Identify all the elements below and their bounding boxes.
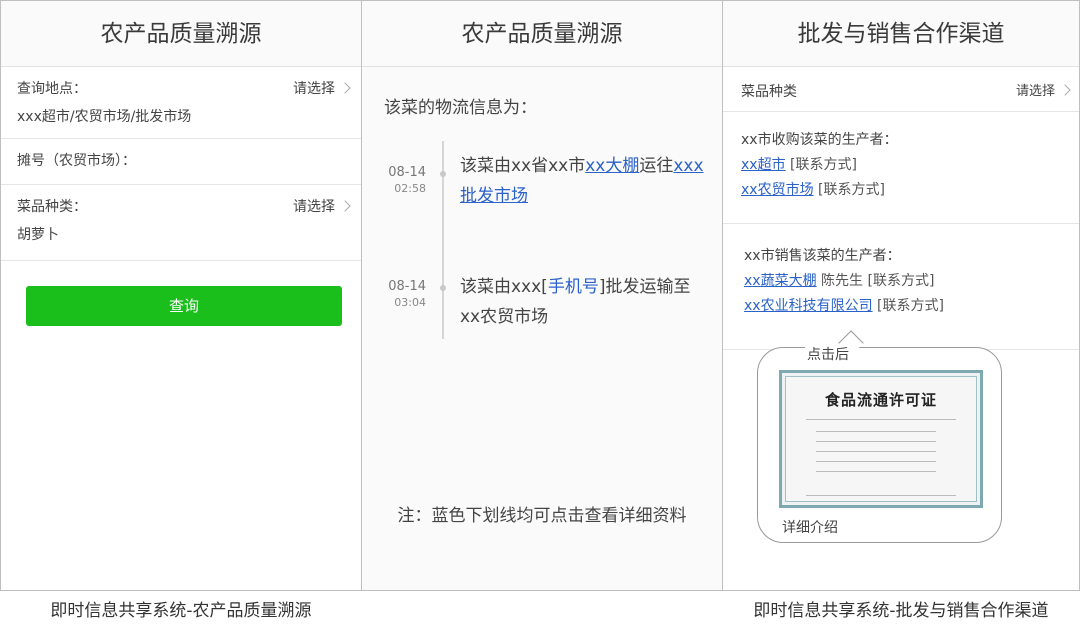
category-picker[interactable]: 请选择 xyxy=(1015,80,1071,99)
query-form: 查询地点： xxx超市/农贸市场/批发市场 请选择 摊号（农贸市场）： 菜品种类… xyxy=(1,67,361,261)
license-rule xyxy=(816,461,936,462)
location-value: xxx超市/农贸市场/批发市场 xyxy=(17,109,192,125)
buyer-link[interactable]: xx农贸市场 xyxy=(741,182,814,198)
wholesale-market-link[interactable]: xxx xyxy=(673,156,703,176)
event-date: 08-14 xyxy=(388,165,426,180)
wholesale-market-link[interactable]: 批发市场 xyxy=(460,186,528,206)
category-value: 胡萝卜 xyxy=(17,227,59,243)
chevron-right-icon xyxy=(339,200,351,212)
contact-info[interactable]: [联系方式] xyxy=(790,157,857,173)
note-text: 注：蓝色下划线均可点击查看详细资料 xyxy=(397,506,687,526)
trace-query-panel: 农产品质量溯源 查询地点： xxx超市/农贸市场/批发市场 请选择 摊号（农贸市… xyxy=(0,0,362,591)
license-rule xyxy=(816,451,936,452)
stall-label: 摊号（农贸市场）： xyxy=(17,153,136,169)
timeline-date: 08-14 02:58 xyxy=(376,165,426,197)
event-text: xx农贸市场 xyxy=(460,307,549,327)
sellers-heading: xx市销售该菜的生产者： xyxy=(744,248,901,264)
timeline-dot xyxy=(440,285,446,291)
event-text: ]批发运输至 xyxy=(598,277,691,297)
greenhouse-link[interactable]: xx大棚 xyxy=(585,156,639,176)
license-rule xyxy=(816,471,936,472)
license-rule xyxy=(816,431,936,432)
contact-info[interactable]: [联系方式] xyxy=(867,273,934,289)
location-picker[interactable]: 请选择 xyxy=(293,77,351,101)
page-title: 农产品质量溯源 xyxy=(1,1,361,67)
license-rule xyxy=(806,495,956,496)
buyers-list: xx市收购该菜的生产者： xx超市 [联系方式] xx农贸市场 [联系方式] xyxy=(741,128,898,203)
popup-caption: 点击后 xyxy=(805,344,851,364)
category-picker[interactable]: 请选择 xyxy=(293,195,351,219)
location-picker-label: 请选择 xyxy=(293,81,335,97)
chevron-right-icon xyxy=(339,82,351,94)
list-item: xx农业科技有限公司 [联系方式] xyxy=(744,294,944,319)
list-item: xx超市 [联系方式] xyxy=(741,153,898,178)
event-date: 08-14 xyxy=(388,279,426,294)
timeline-event: 该菜由xx省xx市xx大棚运往xxx 批发市场 xyxy=(460,151,710,211)
list-item: xx蔬菜大棚 陈先生 [联系方式] xyxy=(744,269,944,294)
event-text: 运往 xyxy=(639,156,674,176)
list-item: xx农贸市场 [联系方式] xyxy=(741,178,898,203)
phone-link[interactable]: 手机号 xyxy=(548,277,599,297)
category-field[interactable]: 菜品种类： 胡萝卜 请选择 xyxy=(1,185,361,261)
logistics-intro: 该菜的物流信息为： xyxy=(384,98,537,118)
category-picker-label: 请选择 xyxy=(293,199,335,215)
event-time: 03:04 xyxy=(394,296,426,309)
contact-info[interactable]: [联系方式] xyxy=(818,182,885,198)
detail-intro-link[interactable]: 详细介绍 xyxy=(782,517,838,537)
timeline-date: 08-14 03:04 xyxy=(376,279,426,311)
category-label: 菜品种类 xyxy=(741,84,797,100)
timeline-dot xyxy=(440,171,446,177)
query-button[interactable]: 查询 xyxy=(26,286,342,326)
seller-link[interactable]: xx农业科技有限公司 xyxy=(744,298,873,314)
panel-caption: 即时信息共享系统-农产品质量溯源 xyxy=(50,601,312,621)
contact-info[interactable]: [联系方式] xyxy=(877,298,944,314)
license-inner: 食品流通许可证 xyxy=(785,376,977,502)
panel-caption: 即时信息共享系统-批发与销售合作渠道 xyxy=(753,601,1049,621)
sellers-list: xx市销售该菜的生产者： xx蔬菜大棚 陈先生 [联系方式] xx农业科技有限公… xyxy=(744,244,944,319)
chevron-right-icon xyxy=(1059,84,1071,96)
event-text: 该菜由xxx[ xyxy=(460,277,548,297)
logistics-panel: 农产品质量溯源 该菜的物流信息为： 08-14 02:58 该菜由xx省xx市x… xyxy=(361,0,723,591)
category-field[interactable]: 菜品种类 请选择 xyxy=(723,67,1079,112)
license-rule xyxy=(806,419,956,420)
page-title: 农产品质量溯源 xyxy=(362,1,722,67)
buyer-link[interactable]: xx超市 xyxy=(741,157,786,173)
timeline-event: 该菜由xxx[手机号]批发运输至 xx农贸市场 xyxy=(460,272,710,332)
license-image[interactable]: 食品流通许可证 xyxy=(779,370,983,508)
event-text: 该菜由xx省xx市 xyxy=(460,156,586,176)
category-picker-label: 请选择 xyxy=(1015,84,1055,99)
seller-link[interactable]: xx蔬菜大棚 xyxy=(744,273,817,289)
stall-field[interactable]: 摊号（农贸市场）： xyxy=(1,139,361,185)
license-rule xyxy=(816,441,936,442)
buyers-heading: xx市收购该菜的生产者： xyxy=(741,132,898,148)
location-field[interactable]: 查询地点： xxx超市/农贸市场/批发市场 请选择 xyxy=(1,67,361,139)
page-title: 批发与销售合作渠道 xyxy=(723,1,1079,67)
license-title: 食品流通许可证 xyxy=(824,391,937,409)
event-time: 02:58 xyxy=(394,182,426,195)
contact-person: 陈先生 xyxy=(821,273,864,289)
